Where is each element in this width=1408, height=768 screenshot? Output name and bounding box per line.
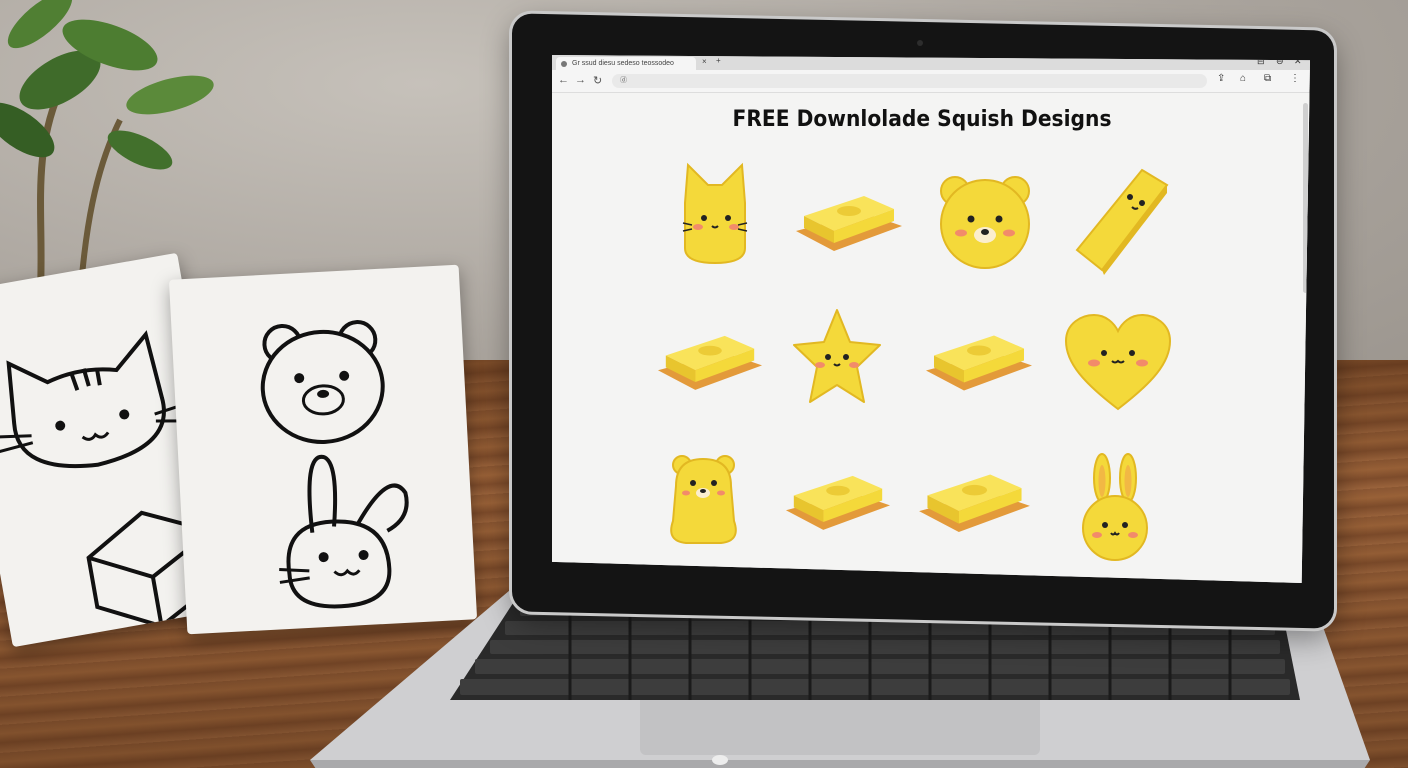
paper-card-bear-bunny <box>168 264 478 635</box>
butter-squishy-icon <box>919 474 1030 532</box>
home-icon[interactable]: ⌂ <box>1240 73 1246 84</box>
star-squishy-icon <box>793 309 881 403</box>
share-icon[interactable]: ⇪ <box>1217 73 1225 84</box>
design-bunny[interactable] <box>1080 453 1150 561</box>
butter-stick-squishy-icon <box>1075 168 1169 275</box>
heart-squishy-icon <box>1064 313 1172 411</box>
design-butter-1[interactable] <box>794 181 904 256</box>
menu-dots-icon[interactable]: ⋮ <box>1290 73 1300 84</box>
webcam <box>917 40 923 46</box>
bear-bunny-outline-drawing <box>260 320 409 609</box>
design-butter-5[interactable] <box>917 457 1032 539</box>
design-bear[interactable] <box>935 169 1035 269</box>
browser-toolbar: ← → ↻ ⓓ ⇪ ⌂ ⧉ ⋮ <box>552 70 1310 93</box>
design-butter-4[interactable] <box>784 459 892 537</box>
new-tab-button[interactable]: + <box>716 56 721 65</box>
design-butter-2[interactable] <box>656 319 764 397</box>
page-title: FREE Downlolade Squish Designs <box>732 107 1112 132</box>
tab-close-button[interactable]: × <box>702 57 707 66</box>
design-bear-standing[interactable] <box>666 451 741 546</box>
butter-squishy-icon <box>926 335 1032 391</box>
web-page: FREE Downlolade Squish Designs <box>552 93 1310 583</box>
extensions-icon[interactable]: ⧉ <box>1264 73 1271 84</box>
back-arrow-icon[interactable]: ← <box>558 74 569 86</box>
reload-icon[interactable]: ↻ <box>593 74 602 87</box>
bunny-squishy-icon <box>1082 453 1148 561</box>
butter-squishy-icon <box>785 475 891 530</box>
address-bar[interactable]: ⓓ <box>612 74 1207 88</box>
photo-scene: Gr ssud diesu sedeso teossodeo × + ⊟ ⊖ ✕… <box>0 0 1408 768</box>
design-star[interactable] <box>792 307 882 407</box>
design-butter-stick[interactable] <box>1072 165 1172 277</box>
bear-squishy-icon <box>940 176 1030 269</box>
design-heart[interactable] <box>1064 313 1172 413</box>
design-butter-3[interactable] <box>924 319 1034 397</box>
butter-squishy-icon <box>796 196 902 251</box>
tab-title: Gr ssud diesu sedeso teossodeo <box>572 60 674 67</box>
butter-squishy-icon <box>657 335 763 390</box>
forward-arrow-icon[interactable]: → <box>575 74 586 86</box>
bear-standing-squishy-icon <box>670 455 737 544</box>
laptop-screen: Gr ssud diesu sedeso teossodeo × + ⊟ ⊖ ✕… <box>552 55 1310 583</box>
browser-tab[interactable]: Gr ssud diesu sedeso teossodeo <box>556 57 696 70</box>
address-text: ⓓ <box>620 77 627 84</box>
cat-squishy-icon <box>682 162 748 265</box>
design-cat[interactable] <box>680 162 750 265</box>
favicon-icon <box>561 61 567 67</box>
plant-decoration <box>0 0 214 300</box>
